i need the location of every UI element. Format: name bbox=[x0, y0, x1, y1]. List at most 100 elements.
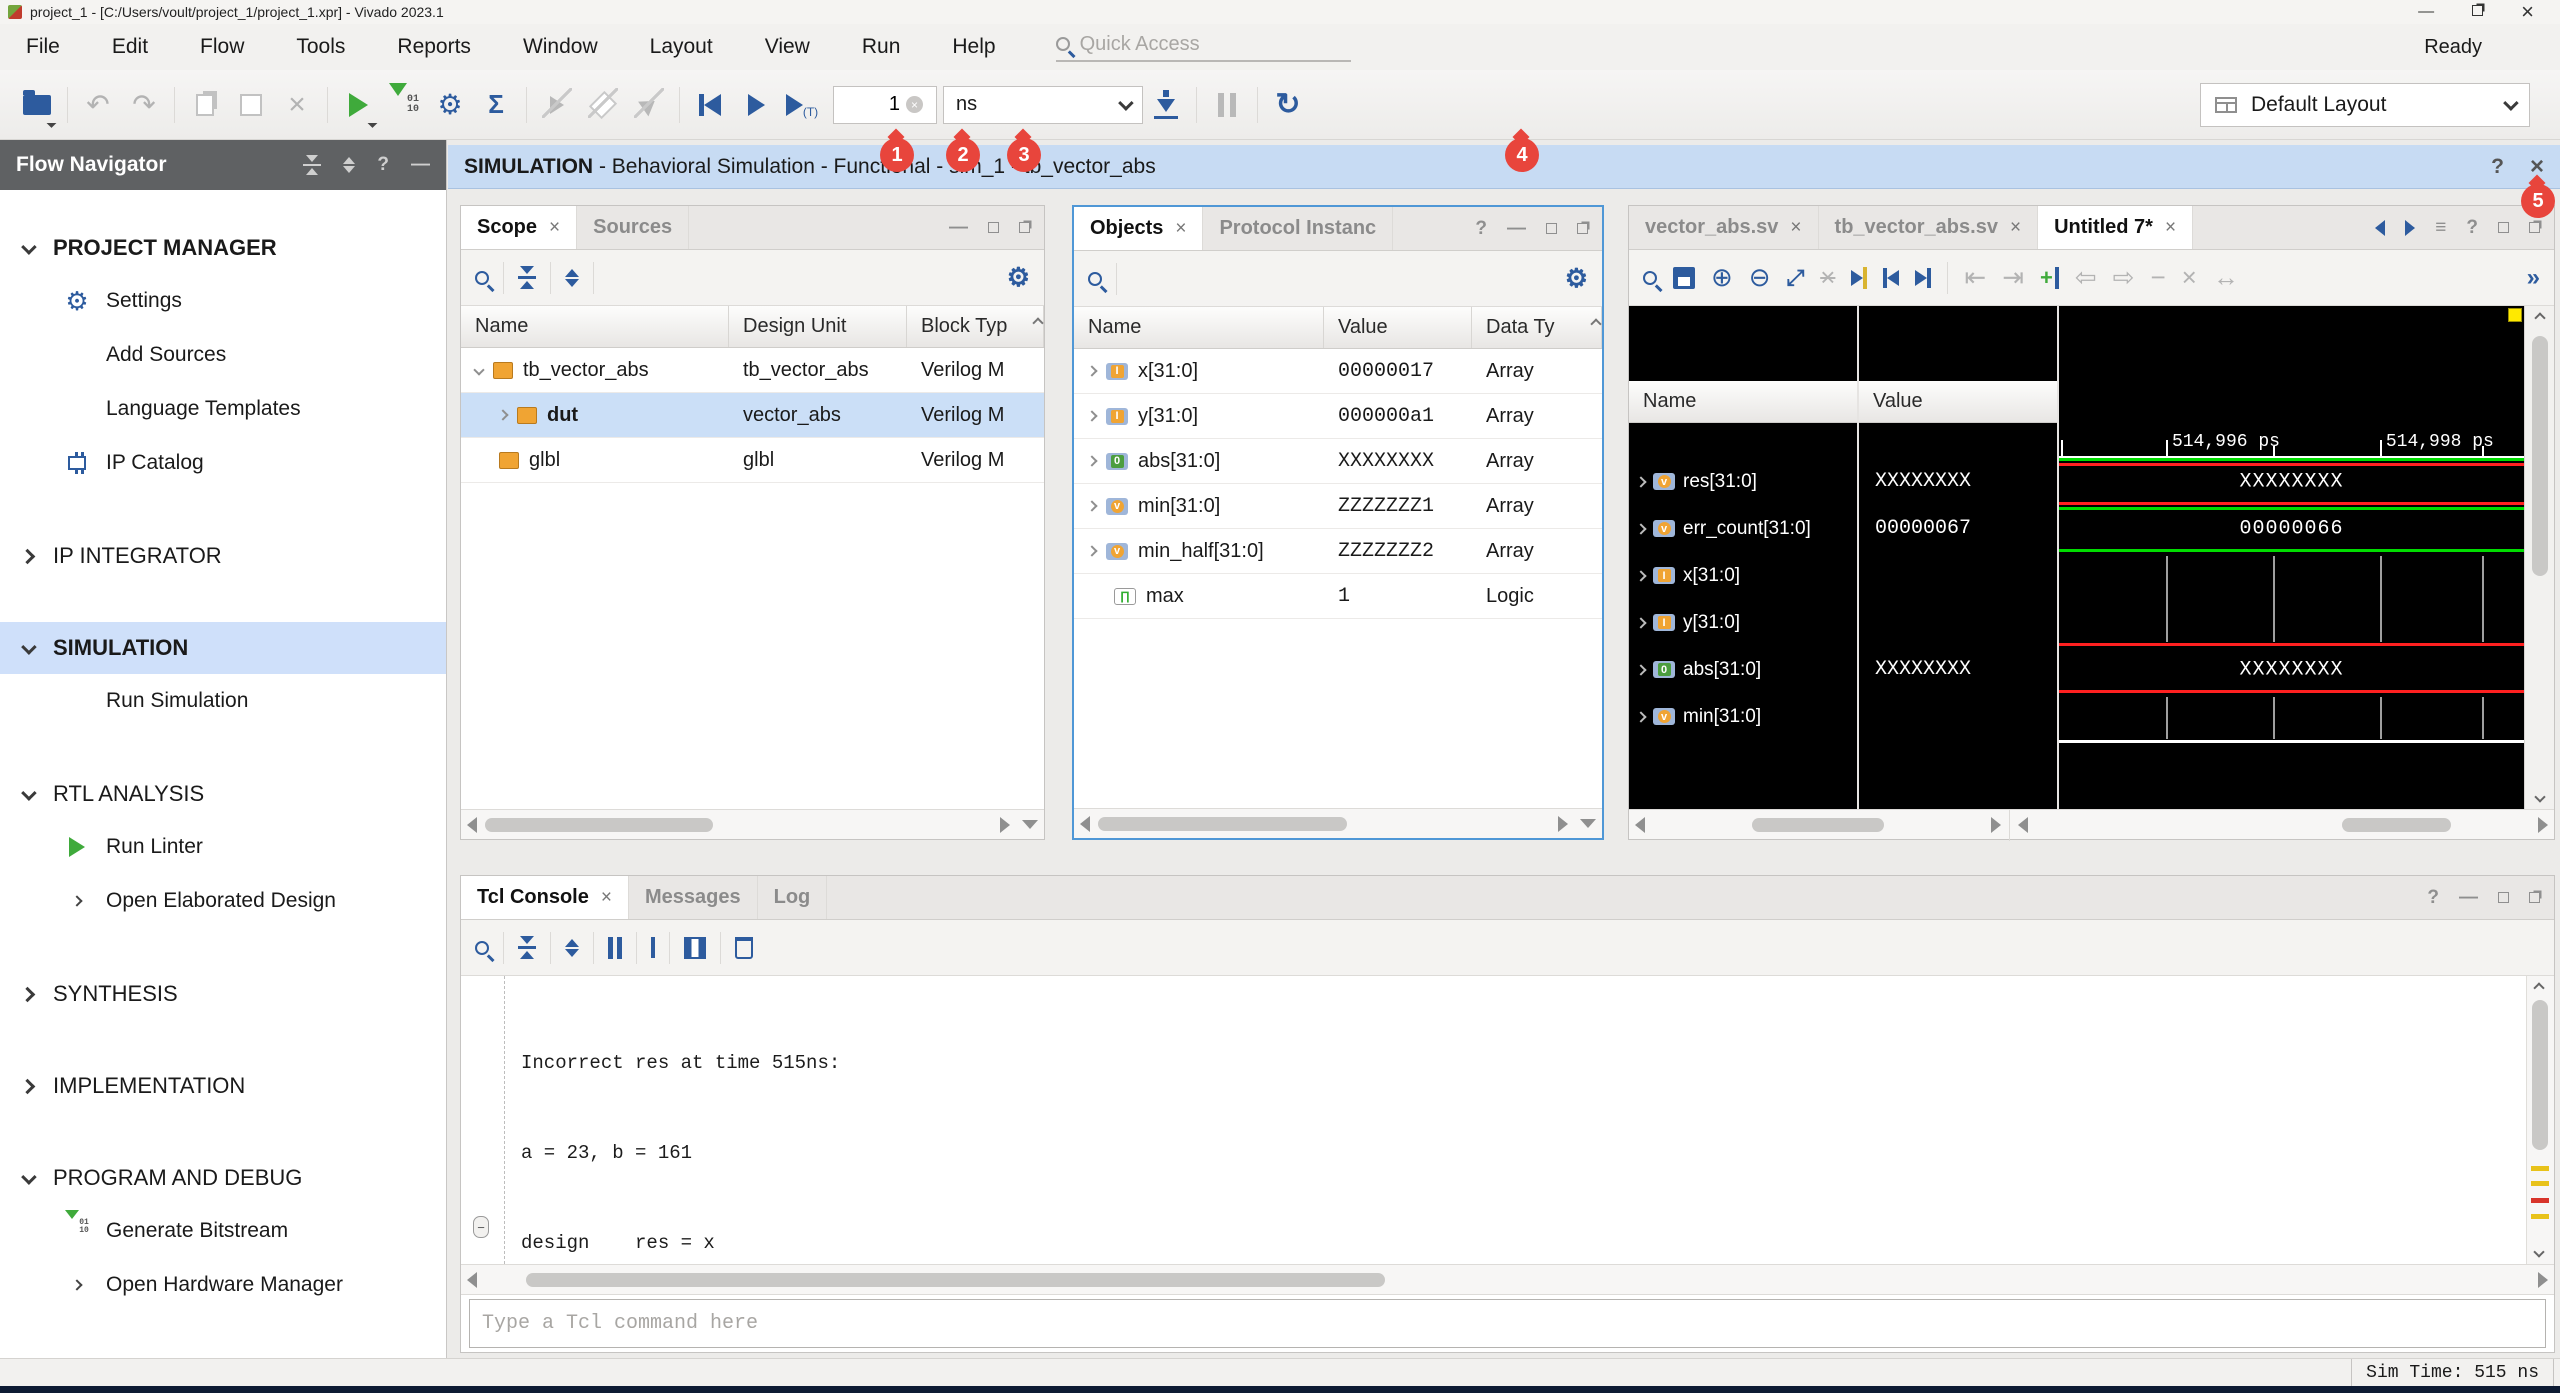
log-all-signals-button[interactable] bbox=[1143, 82, 1189, 128]
maximize-panel-icon[interactable] bbox=[1546, 223, 1557, 234]
sidebar-section-implementation[interactable]: IMPLEMENTATION bbox=[0, 1060, 446, 1112]
scroll-up-icon[interactable] bbox=[1034, 310, 1042, 333]
sidebar-item-open-elaborated-design[interactable]: Open Elaborated Design bbox=[0, 874, 446, 928]
search-icon[interactable] bbox=[1643, 271, 1657, 285]
column-value[interactable]: Value bbox=[1324, 307, 1472, 348]
minimize-panel-icon[interactable]: — bbox=[949, 217, 968, 239]
collapse-block-icon[interactable]: − bbox=[473, 1216, 489, 1238]
sim-time-input[interactable] bbox=[834, 93, 900, 116]
menu-tools[interactable]: Tools bbox=[270, 29, 371, 65]
maximize-panel-icon[interactable] bbox=[988, 222, 999, 233]
scroll-up-icon[interactable] bbox=[2533, 982, 2544, 993]
objects-row-x[interactable]: x[31:0] 00000017 Array bbox=[1074, 349, 1602, 394]
quick-access-input[interactable] bbox=[1080, 33, 1290, 56]
minimize-panel-icon[interactable]: — bbox=[2459, 887, 2478, 909]
maximize-panel-icon[interactable] bbox=[2498, 222, 2509, 233]
clear-console-icon[interactable] bbox=[735, 937, 753, 959]
expand-all-icon[interactable] bbox=[565, 269, 579, 287]
tab-protocol-instances[interactable]: Protocol Instanc bbox=[1203, 207, 1393, 250]
copy-icon[interactable] bbox=[182, 82, 228, 128]
time-unit-select[interactable]: ns bbox=[943, 86, 1143, 124]
window-restore-button[interactable] bbox=[2472, 4, 2483, 20]
help-icon[interactable]: ? bbox=[2466, 217, 2478, 239]
wave-signal-row[interactable]: x[31:0] bbox=[1629, 552, 1857, 599]
tab-log[interactable]: Log bbox=[758, 876, 828, 919]
scroll-up-icon[interactable] bbox=[1592, 311, 1600, 334]
vertical-scrollbar[interactable] bbox=[2526, 976, 2554, 1264]
menu-file[interactable]: File bbox=[0, 29, 86, 65]
wave-signal-row[interactable]: min[31:0] bbox=[1629, 693, 1857, 740]
tab-list-icon[interactable]: ≡ bbox=[2435, 217, 2446, 239]
sidebar-item-generate-bitstream[interactable]: 0110Generate Bitstream bbox=[0, 1204, 446, 1258]
more-tools-icon[interactable]: » bbox=[2527, 264, 2540, 292]
close-icon[interactable]: × bbox=[601, 887, 612, 909]
column-data-type[interactable]: Data Ty bbox=[1472, 307, 1602, 348]
sidebar-section-rtl-analysis[interactable]: RTL ANALYSIS bbox=[0, 768, 446, 820]
open-project-icon[interactable] bbox=[14, 82, 60, 128]
scope-row-glbl[interactable]: glbl glbl Verilog M bbox=[461, 438, 1044, 483]
menu-edit[interactable]: Edit bbox=[86, 29, 174, 65]
collapse-all-icon[interactable] bbox=[518, 266, 536, 289]
run-all-button[interactable] bbox=[733, 82, 779, 128]
sidebar-item-ip-catalog[interactable]: IP Catalog bbox=[0, 436, 446, 490]
sidebar-section-simulation[interactable]: SIMULATION bbox=[0, 622, 446, 674]
sidebar-section-program-and-debug[interactable]: PROGRAM AND DEBUG bbox=[0, 1152, 446, 1204]
scroll-down-icon[interactable] bbox=[2533, 1246, 2544, 1257]
collapse-all-icon[interactable] bbox=[303, 155, 321, 176]
tab-vector-abs-sv[interactable]: vector_abs.sv× bbox=[1629, 206, 1819, 249]
sidebar-section-project-manager[interactable]: PROJECT MANAGER bbox=[0, 222, 446, 274]
tab-objects[interactable]: Objects× bbox=[1074, 207, 1203, 250]
horizontal-scrollbar[interactable] bbox=[461, 809, 1044, 839]
sidebar-section-synthesis[interactable]: SYNTHESIS bbox=[0, 968, 446, 1020]
delete-icon[interactable]: × bbox=[274, 82, 320, 128]
menu-flow[interactable]: Flow bbox=[174, 29, 270, 65]
wave-column-value[interactable]: Value bbox=[1859, 381, 2057, 423]
horizontal-scrollbar[interactable] bbox=[461, 1264, 2554, 1294]
next-transition-icon[interactable] bbox=[1915, 268, 1931, 288]
tab-scroll-right-icon[interactable] bbox=[2405, 220, 2415, 236]
float-panel-icon[interactable] bbox=[1577, 223, 1588, 234]
close-icon[interactable]: × bbox=[2010, 217, 2021, 239]
tab-tcl-console[interactable]: Tcl Console× bbox=[461, 876, 629, 919]
objects-row-y[interactable]: y[31:0] 000000a1 Array bbox=[1074, 394, 1602, 439]
menu-view[interactable]: View bbox=[739, 29, 836, 65]
columns-icon[interactable] bbox=[684, 937, 706, 959]
float-panel-icon[interactable] bbox=[2529, 222, 2540, 233]
console-output[interactable]: Incorrect res at time 515ns: a = 23, b =… bbox=[505, 976, 2526, 1264]
sidebar-item-run-simulation[interactable]: Run Simulation bbox=[0, 674, 446, 728]
close-icon[interactable]: × bbox=[1790, 217, 1801, 239]
tab-scope[interactable]: Scope× bbox=[461, 206, 577, 249]
zoom-out-icon[interactable]: ⊖ bbox=[1749, 262, 1771, 293]
tab-messages[interactable]: Messages bbox=[629, 876, 758, 919]
objects-row-max[interactable]: max 1 Logic bbox=[1074, 574, 1602, 619]
clear-time-icon[interactable]: × bbox=[906, 96, 923, 113]
previous-transition-icon[interactable] bbox=[1883, 268, 1899, 288]
menu-reports[interactable]: Reports bbox=[371, 29, 497, 65]
horizontal-scrollbar[interactable] bbox=[1074, 808, 1602, 838]
undo-icon[interactable]: ↶ bbox=[75, 82, 121, 128]
collapse-all-icon[interactable] bbox=[518, 936, 536, 959]
float-panel-icon[interactable] bbox=[2529, 892, 2540, 903]
pause-output-icon[interactable] bbox=[608, 937, 622, 959]
layout-selector[interactable]: Default Layout bbox=[2200, 83, 2530, 127]
menu-layout[interactable]: Layout bbox=[624, 29, 739, 65]
settings-gear-icon[interactable]: ⚙ bbox=[427, 82, 473, 128]
sidebar-item-settings[interactable]: ⚙Settings bbox=[0, 274, 446, 328]
sidebar-item-open-hardware-manager[interactable]: Open Hardware Manager bbox=[0, 1258, 446, 1312]
scope-row-dut[interactable]: dut vector_abs Verilog M bbox=[461, 393, 1044, 438]
wave-plot-area[interactable]: 514,996 ps 514,998 ps XXXXXXXX 00000066 … bbox=[2059, 306, 2524, 809]
help-icon[interactable]: ? bbox=[1475, 218, 1487, 240]
run-flow-icon[interactable] bbox=[335, 82, 381, 128]
objects-row-min[interactable]: min[31:0] ZZZZZZZ1 Array bbox=[1074, 484, 1602, 529]
zoom-in-icon[interactable]: ⊕ bbox=[1711, 262, 1733, 293]
help-icon[interactable]: ? bbox=[377, 154, 389, 176]
search-icon[interactable] bbox=[475, 271, 489, 285]
close-icon[interactable]: × bbox=[549, 217, 560, 239]
add-marker-icon[interactable]: + bbox=[2040, 265, 2059, 291]
tab-tb-vector-abs-sv[interactable]: tb_vector_abs.sv× bbox=[1819, 206, 2039, 249]
column-name[interactable]: Name bbox=[461, 306, 729, 347]
search-icon[interactable] bbox=[475, 941, 489, 955]
generate-bitstream-icon[interactable]: 0110 bbox=[381, 82, 427, 128]
minimize-panel-icon[interactable]: — bbox=[1507, 218, 1526, 240]
help-icon[interactable]: ? bbox=[2491, 155, 2504, 179]
